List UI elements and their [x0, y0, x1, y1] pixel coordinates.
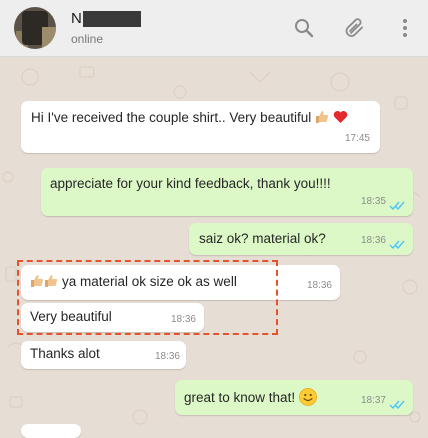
- contact-name[interactable]: N: [71, 10, 82, 28]
- read-ticks-icon: [389, 240, 405, 250]
- smiling-face-emoji-icon: [298, 388, 317, 406]
- read-ticks-icon: [389, 400, 405, 410]
- paperclip-icon[interactable]: [343, 16, 367, 40]
- message-time: 17:45: [344, 133, 370, 144]
- kebab-menu-icon[interactable]: [393, 16, 417, 40]
- message-bubble-incoming[interactable]: Thanks alot 18:36: [21, 341, 186, 369]
- message-bubble-incoming-partial[interactable]: [21, 424, 81, 438]
- message-time: 18:35: [360, 196, 386, 207]
- chat-header: N online: [0, 0, 428, 57]
- message-text: Thanks alot: [30, 346, 100, 361]
- message-time: 18:37: [360, 395, 386, 406]
- read-ticks-icon: [389, 201, 405, 211]
- message-bubble-outgoing[interactable]: appreciate for your kind feedback, thank…: [41, 168, 413, 216]
- message-text: appreciate for your kind feedback, thank…: [50, 176, 331, 191]
- message-bubble-outgoing[interactable]: saiz ok? material ok? 18:36: [189, 223, 413, 255]
- highlight-annotation-box: [17, 260, 278, 335]
- message-bubble-outgoing[interactable]: great to know that! 18:37: [175, 380, 413, 415]
- search-icon[interactable]: [292, 16, 316, 40]
- message-time: 18:36: [306, 280, 332, 291]
- contact-avatar[interactable]: [14, 7, 56, 49]
- message-bubble-incoming[interactable]: Hi I've received the couple shirt.. Very…: [21, 101, 380, 153]
- red-heart-emoji-icon: [333, 111, 348, 123]
- message-text: saiz ok? material ok?: [199, 231, 326, 246]
- message-text: great to know that!: [184, 390, 296, 405]
- contact-status: online: [71, 32, 104, 46]
- redacted-name-bar: [83, 11, 141, 27]
- message-time: 18:36: [154, 351, 180, 362]
- thumbs-up-emoji-icon: [316, 111, 329, 123]
- message-time: 18:36: [360, 235, 386, 246]
- message-text: Hi I've received the couple shirt.. Very…: [31, 110, 312, 125]
